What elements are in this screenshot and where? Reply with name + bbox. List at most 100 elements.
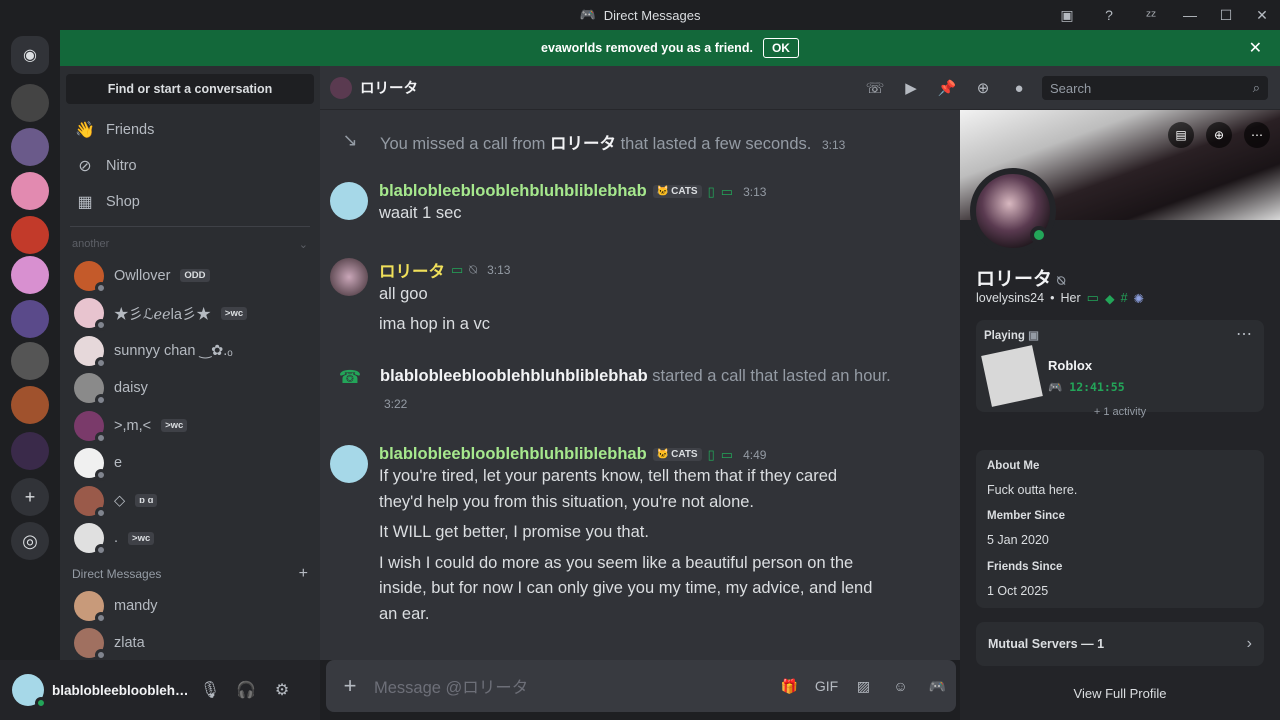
server-icon[interactable] [11, 128, 49, 166]
section-header[interactable]: another ⌄ [72, 231, 308, 257]
message-list: ↘ You missed a call from ロリータ that laste… [320, 110, 960, 660]
more-icon[interactable]: ⋯ [1236, 324, 1252, 344]
server-icon[interactable] [11, 386, 49, 424]
server-icon[interactable] [11, 84, 49, 122]
dm-item[interactable]: Owllover ODD [68, 257, 312, 295]
author-name[interactable]: ロリータ [379, 258, 445, 282]
server-icon[interactable] [11, 300, 49, 338]
dm-item[interactable]: ★彡ℒℯℯla彡★ >wc [68, 295, 312, 333]
dm-item[interactable]: zlata [68, 625, 312, 660]
message-input[interactable]: Message @ロリータ [374, 674, 771, 698]
sticker-icon[interactable]: ▨ [845, 671, 882, 701]
status-dot [1030, 226, 1048, 244]
explore-icon[interactable]: ◎ [11, 522, 49, 560]
desktop-icon: ▭ [720, 183, 734, 199]
nav-shop[interactable]: ▦ Shop [68, 184, 312, 220]
dm-item[interactable]: e [68, 445, 312, 483]
minimize-button[interactable]: — [1172, 0, 1208, 30]
game-time: 🎮 12:41:55 [1048, 380, 1125, 394]
video-call-icon[interactable]: ▶ [900, 77, 922, 99]
mutual-servers-button[interactable]: Mutual Servers — 1 › [976, 622, 1264, 666]
nav-nitro[interactable]: ⊘ Nitro [68, 148, 312, 184]
message-text: I wish I could do more as you seem like … [379, 553, 854, 572]
profile-display-name: ロリータ ⍉ [976, 269, 1066, 290]
avatar[interactable] [330, 182, 368, 220]
inbox-icon[interactable]: ▣ [1056, 4, 1078, 26]
missed-call-icon: ↘ [342, 130, 358, 150]
window-title: 🎮 Direct Messages [579, 7, 701, 23]
info-icon: ▣ [1028, 330, 1039, 342]
server-folder[interactable] [11, 432, 49, 470]
avatar[interactable] [330, 445, 368, 483]
user-panel: blablobleeblooblehbluhbliblebhab 🎙 🎧 ⚙ [0, 660, 320, 720]
message: ロリータ ▭ ⍉ 3:13 all goo ima hop in a vc [320, 258, 940, 337]
notice-text: evaworlds removed you as a friend. [541, 41, 753, 55]
author-name[interactable]: blablobleeblooblehbluhbliblebhab [379, 445, 647, 464]
activities-icon[interactable]: 🎮 [919, 671, 956, 701]
more-icon[interactable]: ⋯ [1244, 122, 1270, 148]
gif-icon[interactable]: GIF [808, 671, 845, 701]
add-friends-icon[interactable]: ⊕ [972, 77, 994, 99]
message-text: they'd help you from this situation, you… [379, 492, 755, 511]
settings-gear-icon[interactable]: ⚙ [264, 674, 300, 706]
avatar[interactable] [330, 258, 368, 296]
avatar [74, 335, 107, 369]
controller-icon: 🎮 [1048, 380, 1063, 394]
dm-name: e [114, 455, 123, 472]
status-dot [95, 506, 107, 519]
author-name[interactable]: blablobleeblooblehbluhbliblebhab [379, 182, 647, 201]
channel-name: ロリータ [360, 81, 418, 97]
mobile-icon: ▯ [707, 446, 715, 462]
add-friend-icon[interactable]: ⊕ [1206, 122, 1232, 148]
server-icon[interactable] [11, 342, 49, 380]
maximize-button[interactable]: ☐ [1208, 0, 1244, 30]
nav-friends[interactable]: 👋 Friends [68, 112, 312, 148]
voice-call-icon[interactable]: ☏ [864, 77, 886, 99]
dm-item[interactable]: ◇ ɒ ɑ [68, 482, 312, 520]
dm-name: ★彡ℒℯℯla彡★ [114, 306, 211, 323]
status-dot [95, 469, 107, 482]
profile-avatar[interactable] [970, 168, 1056, 254]
dm-item[interactable]: . >wc [68, 520, 312, 558]
microphone-icon[interactable]: 🎙 [192, 674, 228, 706]
nitro-badge-icon: ✺ [1133, 291, 1144, 306]
help-icon[interactable]: ? [1098, 4, 1120, 26]
server-icon[interactable] [11, 216, 49, 254]
notes-icon[interactable]: ▤ [1168, 122, 1194, 148]
pin-icon[interactable]: 📌 [936, 77, 958, 99]
view-full-profile-button[interactable]: View Full Profile [960, 686, 1280, 701]
mute-icon: ⍉ [1057, 273, 1066, 288]
user-profile-icon[interactable]: ● [1008, 77, 1030, 99]
notice-ok-button[interactable]: OK [762, 38, 799, 58]
dm-item[interactable]: sunnyy chan ‿✿.ₒ [68, 332, 312, 370]
add-server-button[interactable]: + [11, 478, 49, 516]
avatar[interactable] [12, 674, 47, 709]
dm-item[interactable]: mandy [68, 587, 312, 625]
create-dm-icon[interactable]: + [299, 565, 308, 583]
user-name[interactable]: blablobleeblooblehbluhbliblebhab [52, 683, 192, 698]
status-dot [95, 394, 107, 407]
server-icon[interactable] [11, 172, 49, 210]
server-icon[interactable] [11, 256, 49, 294]
activity-more[interactable]: + 1 activity [976, 406, 1264, 418]
dm-item[interactable]: daisy [68, 370, 312, 408]
close-icon[interactable]: ✕ [1249, 38, 1262, 58]
message-text: If you're tired, let your parents know, … [379, 467, 838, 485]
activity-card: Playing ▣ ⋯ Roblox 🎮 12:41:55 [976, 320, 1264, 412]
quest-icon[interactable]: ᶻᶻ [1140, 4, 1162, 26]
call-time: 3:22 [384, 397, 408, 411]
find-conversation-button[interactable]: Find or start a conversation [66, 74, 314, 104]
search-input[interactable]: Search ⌕ [1042, 76, 1268, 100]
cat-icon: 🐱 [656, 186, 670, 197]
emoji-icon[interactable]: ☺ [882, 671, 919, 701]
avatar [74, 260, 107, 294]
desktop-icon: ▭ [1086, 290, 1099, 305]
headphones-icon[interactable]: 🎧 [228, 674, 264, 706]
dm-name: Owllover [114, 267, 171, 284]
upload-plus-icon[interactable]: + [326, 673, 374, 699]
home-button[interactable]: ◉ [11, 36, 49, 74]
dm-item[interactable]: >,m,< >wc [68, 407, 312, 445]
dm-name: >,m,< [114, 417, 152, 434]
gift-icon[interactable]: 🎁 [771, 671, 808, 701]
close-window-button[interactable]: ✕ [1244, 0, 1280, 30]
